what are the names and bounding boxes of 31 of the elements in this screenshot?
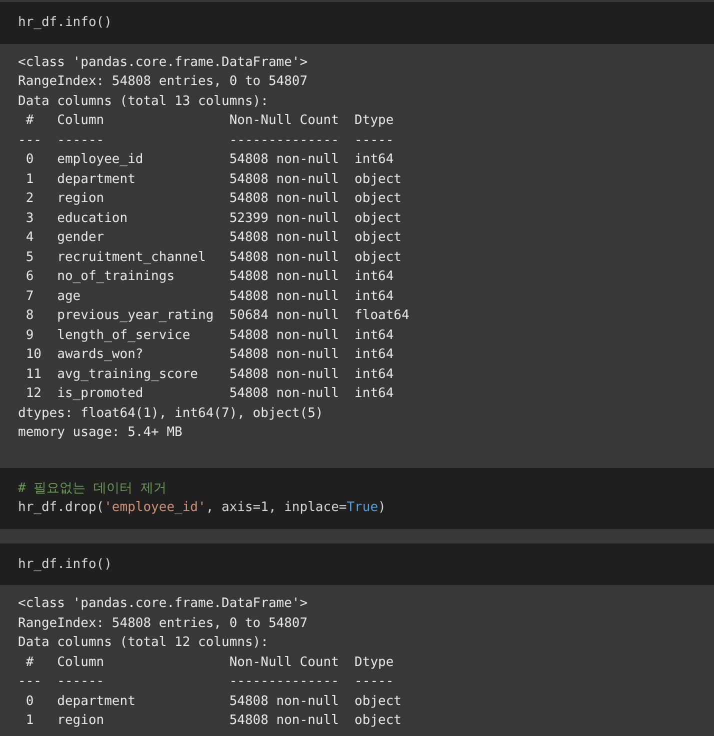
output-line: 0 employee_id 54808 non-null int64: [24, 151, 395, 169]
output-line: <class 'pandas.core.frame.DataFrame'>: [18, 595, 309, 613]
output-line: memory usage: 5.4+ MB: [18, 424, 184, 442]
output-line: 9 length_of_service 54808 non-null int64: [24, 326, 395, 344]
output-line: 10 awards_won? 54808 non-null int64: [24, 346, 395, 364]
output-line: dtypes: float64(1), int64(7), object(5): [18, 404, 324, 422]
output-line: Data columns (total 13 columns):: [18, 92, 270, 110]
output-line: 0 department 54808 non-null object: [24, 692, 403, 710]
output-line: 6 no_of_trainings 54808 non-null int64: [24, 268, 395, 286]
output-line: 5 recruitment_channel 54808 non-null object: [24, 248, 403, 266]
output-line: 2 region 54808 non-null object: [24, 190, 403, 208]
output-line: <class 'pandas.core.frame.DataFrame'>: [18, 54, 309, 72]
output-line: 7 age 54808 non-null int64: [24, 288, 395, 306]
output-line: --- ------ -------------- -----: [18, 673, 395, 691]
output-line: # Column Non-Null Count Dtype: [24, 654, 395, 672]
code-line: hr_df.drop('employee_id', axis=1, inplace=True): [18, 499, 387, 517]
output-line: Data columns (total 12 columns):: [18, 634, 270, 652]
output-line: # Column Non-Null Count Dtype: [24, 112, 395, 130]
output-line: 11 avg_training_score 54808 non-null int64: [24, 366, 395, 384]
output-line: 1 department 54808 non-null object: [24, 170, 403, 188]
output-line: 4 gender 54808 non-null object: [24, 229, 403, 247]
output-line: 3 education 52399 non-null object: [24, 210, 403, 228]
code-line: hr_df.info(): [18, 14, 113, 32]
code-comment: # 필요없는 데이터 제거: [18, 480, 168, 498]
output-line: 1 region 54808 non-null object: [24, 712, 403, 730]
output-line: RangeIndex: 54808 entries, 0 to 54807: [18, 73, 309, 91]
code-line: hr_df.info(): [18, 556, 113, 574]
output-line: 12 is_promoted 54808 non-null int64: [24, 385, 395, 403]
output-line: RangeIndex: 54808 entries, 0 to 54807: [18, 614, 309, 632]
output-line: --- ------ -------------- -----: [18, 132, 395, 150]
output-line: 8 previous_year_rating 50684 non-null float64: [24, 307, 410, 325]
